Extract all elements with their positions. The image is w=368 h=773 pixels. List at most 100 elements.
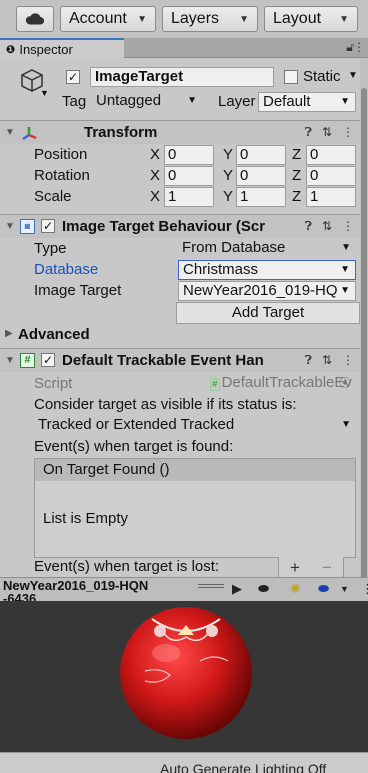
position-z-field[interactable]: 0 bbox=[306, 145, 356, 165]
rotation-z-field[interactable]: 0 bbox=[306, 166, 356, 186]
csharp-script-icon: # bbox=[20, 353, 35, 368]
chevron-down-icon: ▼ bbox=[340, 96, 350, 107]
chevron-down-icon[interactable]: ▼ bbox=[340, 584, 349, 594]
asset-preview[interactable] bbox=[0, 601, 368, 752]
help-icon[interactable]: ❓︎ bbox=[305, 219, 312, 234]
layer-value: Default bbox=[263, 93, 311, 110]
info-icon: ❶ bbox=[6, 43, 16, 56]
add-event-button[interactable]: + bbox=[290, 558, 300, 578]
cloud-icon bbox=[25, 13, 45, 25]
tag-dropdown[interactable]: Untagged ▼ bbox=[92, 92, 202, 112]
scale-x-field[interactable]: 1 bbox=[164, 187, 214, 207]
database-dropdown[interactable]: Christmass ▼ bbox=[178, 260, 356, 280]
menu-icon[interactable]: ⋮ bbox=[353, 40, 365, 54]
account-dropdown[interactable]: Account ▼ bbox=[60, 6, 156, 32]
image-target-header[interactable]: ▼ ◙ ✓ Image Target Behaviour (Scr ❓︎ ⇅ ⋮ bbox=[0, 214, 360, 238]
active-checkbox[interactable]: ✓ bbox=[66, 70, 80, 84]
type-label: Type bbox=[34, 240, 67, 257]
position-x-field[interactable]: 0 bbox=[164, 145, 214, 165]
unity-editor-window: Account ▼ Layers ▼ Layout ▼ ❶ Inspector 🔓︎ … bbox=[0, 0, 368, 773]
preview-slider-icon[interactable] bbox=[198, 584, 224, 588]
play-icon[interactable]: ▶ bbox=[232, 581, 242, 597]
axis-y-label: Y bbox=[223, 146, 234, 163]
scale-y-field[interactable]: 1 bbox=[236, 187, 286, 207]
component-header-icons: ❓︎ ⇅ ⋮ bbox=[305, 219, 354, 234]
preview-name-line2: -6436 bbox=[3, 591, 37, 601]
help-icon[interactable]: ❓︎ bbox=[305, 125, 312, 140]
foldout-arrow-icon: ▶ bbox=[5, 328, 13, 339]
scale-z-field[interactable]: 1 bbox=[306, 187, 356, 207]
menu-icon[interactable]: ⋮ bbox=[361, 581, 368, 597]
rotation-y-field[interactable]: 0 bbox=[236, 166, 286, 186]
layer-label: Layer bbox=[218, 93, 256, 110]
preset-icon[interactable]: ⇅ bbox=[322, 219, 332, 234]
chevron-down-icon: ▼ bbox=[137, 13, 147, 25]
chevron-down-icon: ▼ bbox=[341, 419, 351, 430]
chevron-down-icon: ▼ bbox=[187, 95, 197, 106]
preset-icon[interactable]: ⇅ bbox=[322, 125, 332, 140]
image-target-enabled-checkbox[interactable]: ✓ bbox=[41, 219, 55, 233]
chevron-down-icon: ▼ bbox=[239, 13, 249, 25]
event-handler-header[interactable]: ▼ # ✓ Default Trackable Event Han ❓︎ ⇅ ⋮ bbox=[0, 348, 360, 372]
light-icon[interactable]: ✺ bbox=[290, 581, 301, 597]
object-name-field[interactable]: ImageTarget bbox=[90, 67, 274, 87]
preset-icon[interactable]: ⇅ bbox=[322, 353, 332, 368]
add-target-button[interactable]: Add Target bbox=[176, 302, 360, 324]
status-filter-dropdown[interactable]: Tracked or Extended Tracked ▼ bbox=[34, 416, 356, 436]
position-y-field[interactable]: 0 bbox=[236, 145, 286, 165]
cloud-button[interactable] bbox=[16, 6, 54, 32]
layer-dropdown[interactable]: Default ▼ bbox=[258, 92, 356, 112]
type-value: From Database bbox=[182, 239, 286, 256]
chevron-down-icon[interactable]: ▼ bbox=[40, 88, 49, 98]
menu-icon[interactable]: ⋮ bbox=[342, 219, 354, 234]
csharp-script-icon: # bbox=[210, 378, 220, 391]
chevron-down-icon: ▼ bbox=[340, 282, 350, 300]
axis-y-label: Y bbox=[223, 167, 234, 184]
script-label: Script bbox=[34, 375, 73, 392]
transform-axes-icon bbox=[22, 127, 37, 141]
database-value: Christmass bbox=[183, 261, 259, 278]
material-sphere-icon[interactable]: ⬬ bbox=[318, 581, 329, 597]
inspector-scrollbar[interactable] bbox=[360, 58, 368, 588]
event-handler-enabled-checkbox[interactable]: ✓ bbox=[41, 353, 55, 367]
image-target-value: NewYear2016_019-HQ bbox=[183, 282, 338, 299]
static-checkbox[interactable] bbox=[284, 70, 298, 84]
menu-icon[interactable]: ⋮ bbox=[342, 125, 354, 140]
object-picker-icon[interactable]: ⦿ bbox=[339, 374, 351, 392]
image-target-dropdown[interactable]: NewYear2016_019-HQ ▼ bbox=[178, 281, 356, 301]
lighting-status: Auto Generate Lighting Off bbox=[160, 761, 327, 773]
tag-label: Tag bbox=[62, 93, 87, 110]
tab-label: Inspector bbox=[19, 41, 73, 57]
rotation-x-field[interactable]: 0 bbox=[164, 166, 214, 186]
image-target-label: Image Target bbox=[34, 282, 122, 299]
advanced-foldout[interactable]: ▶ Advanced bbox=[0, 324, 360, 346]
inspector-panel: ▼ ✓ ImageTarget Static ▼ Tag Untagged ▼ L… bbox=[0, 58, 360, 577]
layers-dropdown[interactable]: Layers ▼ bbox=[162, 6, 258, 32]
scrollbar-thumb[interactable] bbox=[361, 88, 367, 588]
top-toolbar: Account ▼ Layers ▼ Layout ▼ bbox=[0, 0, 368, 38]
on-target-found-event: On Target Found () List is Empty bbox=[34, 458, 356, 558]
chevron-down-icon[interactable]: ▼ bbox=[348, 70, 358, 81]
transform-header[interactable]: ▼ Transform ❓︎ ⇅ ⋮ bbox=[0, 120, 360, 144]
database-label: Database bbox=[34, 261, 99, 278]
chevron-down-icon: ▼ bbox=[340, 264, 350, 275]
remove-event-button[interactable]: − bbox=[322, 558, 332, 578]
menu-icon[interactable]: ⋮ bbox=[342, 353, 354, 368]
foldout-arrow-icon: ▼ bbox=[5, 127, 15, 138]
tab-inspector[interactable]: ❶ Inspector bbox=[0, 38, 124, 58]
consider-label: Consider target as visible if its status… bbox=[34, 396, 297, 413]
script-value: DefaultTrackableEv bbox=[221, 374, 352, 391]
type-dropdown[interactable]: From Database ▼ bbox=[178, 239, 356, 259]
chevron-down-icon: ▼ bbox=[341, 242, 351, 253]
layout-dropdown[interactable]: Layout ▼ bbox=[264, 6, 358, 32]
tag-value: Untagged bbox=[96, 92, 162, 109]
axis-x-label: X bbox=[150, 146, 161, 163]
status-filter-value: Tracked or Extended Tracked bbox=[38, 416, 235, 433]
status-bar: Auto Generate Lighting Off bbox=[0, 752, 368, 773]
foldout-arrow-icon: ▼ bbox=[5, 221, 15, 232]
christmas-ornament-preview bbox=[120, 607, 252, 739]
help-icon[interactable]: ❓︎ bbox=[305, 353, 312, 368]
sphere-icon[interactable]: ⬬ bbox=[258, 581, 269, 597]
transform-title: Transform bbox=[84, 124, 158, 141]
tab-bar: ❶ Inspector 🔓︎ ⋮ bbox=[0, 38, 368, 58]
